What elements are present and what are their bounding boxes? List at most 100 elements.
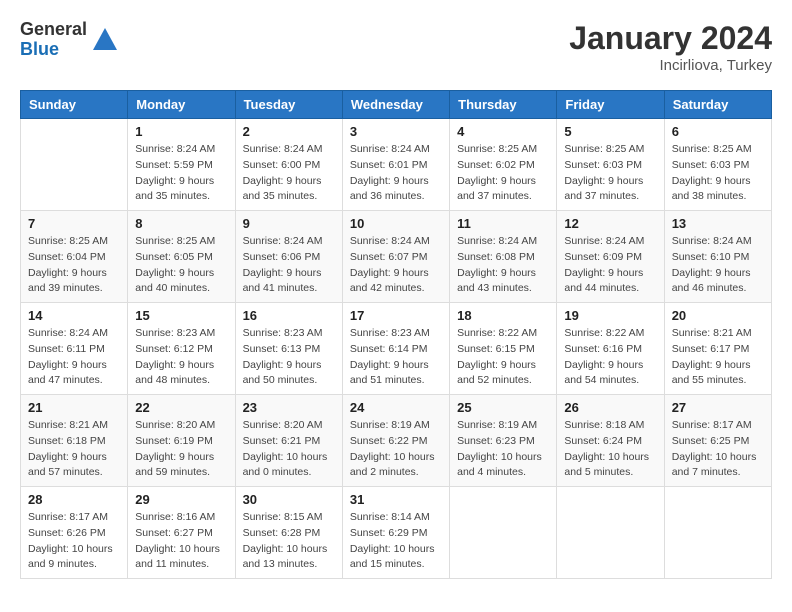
month-year-title: January 2024 (569, 20, 772, 57)
day-detail: Sunrise: 8:25 AMSunset: 6:05 PMDaylight:… (135, 234, 227, 297)
calendar-cell (450, 487, 557, 579)
day-detail: Sunrise: 8:25 AMSunset: 6:02 PMDaylight:… (457, 142, 549, 205)
day-detail: Sunrise: 8:19 AMSunset: 6:23 PMDaylight:… (457, 418, 549, 481)
calendar-cell (557, 487, 664, 579)
day-detail: Sunrise: 8:18 AMSunset: 6:24 PMDaylight:… (564, 418, 656, 481)
day-number: 20 (672, 308, 764, 323)
day-number: 5 (564, 124, 656, 139)
calendar-cell: 8 Sunrise: 8:25 AMSunset: 6:05 PMDaylight… (128, 211, 235, 303)
day-number: 27 (672, 400, 764, 415)
calendar-cell: 10 Sunrise: 8:24 AMSunset: 6:07 PMDayligh… (342, 211, 449, 303)
day-detail: Sunrise: 8:24 AMSunset: 6:09 PMDaylight:… (564, 234, 656, 297)
calendar-cell: 18Sunrise: 8:22 AMSunset: 6:15 PMDayligh… (450, 303, 557, 395)
day-number: 25 (457, 400, 549, 415)
weekday-header-monday: Monday (128, 91, 235, 119)
calendar-cell: 14 Sunrise: 8:24 AMSunset: 6:11 PMDayligh… (21, 303, 128, 395)
calendar-cell: 15 Sunrise: 8:23 AMSunset: 6:12 PMDayligh… (128, 303, 235, 395)
weekday-header-saturday: Saturday (664, 91, 771, 119)
day-detail: Sunrise: 8:23 AMSunset: 6:14 PMDaylight:… (350, 326, 442, 389)
day-detail: Sunrise: 8:24 AMSunset: 6:01 PMDaylight:… (350, 142, 442, 205)
day-detail: Sunrise: 8:17 AMSunset: 6:26 PMDaylight:… (28, 510, 120, 573)
weekday-header-thursday: Thursday (450, 91, 557, 119)
day-detail: Sunrise: 8:24 AMSunset: 6:10 PMDaylight:… (672, 234, 764, 297)
day-number: 15 (135, 308, 227, 323)
calendar-cell: 2 Sunrise: 8:24 AMSunset: 6:00 PMDaylight… (235, 119, 342, 211)
day-detail: Sunrise: 8:23 AMSunset: 6:12 PMDaylight:… (135, 326, 227, 389)
day-detail: Sunrise: 8:25 AMSunset: 6:04 PMDaylight:… (28, 234, 120, 297)
day-detail: Sunrise: 8:24 AMSunset: 5:59 PMDaylight:… (135, 142, 227, 205)
day-detail: Sunrise: 8:24 AMSunset: 6:08 PMDaylight:… (457, 234, 549, 297)
logo-blue-text: Blue (20, 40, 87, 60)
day-number: 4 (457, 124, 549, 139)
day-number: 18 (457, 308, 549, 323)
day-detail: Sunrise: 8:24 AMSunset: 6:06 PMDaylight:… (243, 234, 335, 297)
weekday-header-friday: Friday (557, 91, 664, 119)
day-number: 30 (243, 492, 335, 507)
day-detail: Sunrise: 8:19 AMSunset: 6:22 PMDaylight:… (350, 418, 442, 481)
day-detail: Sunrise: 8:20 AMSunset: 6:19 PMDaylight:… (135, 418, 227, 481)
calendar-cell: 5 Sunrise: 8:25 AMSunset: 6:03 PMDaylight… (557, 119, 664, 211)
day-number: 2 (243, 124, 335, 139)
weekday-header-wednesday: Wednesday (342, 91, 449, 119)
calendar-cell: 12 Sunrise: 8:24 AMSunset: 6:09 PMDayligh… (557, 211, 664, 303)
calendar-cell: 13Sunrise: 8:24 AMSunset: 6:10 PMDayligh… (664, 211, 771, 303)
calendar-week-row: 1 Sunrise: 8:24 AMSunset: 5:59 PMDaylight… (21, 119, 772, 211)
day-number: 24 (350, 400, 442, 415)
day-number: 11 (457, 216, 549, 231)
day-detail: Sunrise: 8:24 AMSunset: 6:00 PMDaylight:… (243, 142, 335, 205)
day-number: 10 (350, 216, 442, 231)
day-detail: Sunrise: 8:21 AMSunset: 6:18 PMDaylight:… (28, 418, 120, 481)
day-detail: Sunrise: 8:17 AMSunset: 6:25 PMDaylight:… (672, 418, 764, 481)
calendar-cell: 21Sunrise: 8:21 AMSunset: 6:18 PMDayligh… (21, 395, 128, 487)
day-detail: Sunrise: 8:22 AMSunset: 6:16 PMDaylight:… (564, 326, 656, 389)
calendar-cell: 24 Sunrise: 8:19 AMSunset: 6:22 PMDayligh… (342, 395, 449, 487)
weekday-header-sunday: Sunday (21, 91, 128, 119)
calendar-cell: 23 Sunrise: 8:20 AMSunset: 6:21 PMDayligh… (235, 395, 342, 487)
day-number: 3 (350, 124, 442, 139)
location-subtitle: Incirliova, Turkey (569, 57, 772, 74)
day-detail: Sunrise: 8:25 AMSunset: 6:03 PMDaylight:… (564, 142, 656, 205)
day-number: 31 (350, 492, 442, 507)
day-number: 9 (243, 216, 335, 231)
day-detail: Sunrise: 8:24 AMSunset: 6:11 PMDaylight:… (28, 326, 120, 389)
day-detail: Sunrise: 8:15 AMSunset: 6:28 PMDaylight:… (243, 510, 335, 573)
calendar-week-row: 21Sunrise: 8:21 AMSunset: 6:18 PMDayligh… (21, 395, 772, 487)
day-number: 14 (28, 308, 120, 323)
day-detail: Sunrise: 8:23 AMSunset: 6:13 PMDaylight:… (243, 326, 335, 389)
day-number: 22 (135, 400, 227, 415)
title-block: January 2024 Incirliova, Turkey (569, 20, 772, 74)
day-detail: Sunrise: 8:24 AMSunset: 6:07 PMDaylight:… (350, 234, 442, 297)
day-number: 1 (135, 124, 227, 139)
day-number: 23 (243, 400, 335, 415)
calendar-cell (664, 487, 771, 579)
day-detail: Sunrise: 8:16 AMSunset: 6:27 PMDaylight:… (135, 510, 227, 573)
day-number: 29 (135, 492, 227, 507)
day-number: 8 (135, 216, 227, 231)
calendar-cell: 3 Sunrise: 8:24 AMSunset: 6:01 PMDaylight… (342, 119, 449, 211)
logo-general-text: General (20, 20, 87, 40)
calendar-cell: 31Sunrise: 8:14 AMSunset: 6:29 PMDayligh… (342, 487, 449, 579)
calendar-week-row: 28Sunrise: 8:17 AMSunset: 6:26 PMDayligh… (21, 487, 772, 579)
day-detail: Sunrise: 8:21 AMSunset: 6:17 PMDaylight:… (672, 326, 764, 389)
calendar-cell: 28Sunrise: 8:17 AMSunset: 6:26 PMDayligh… (21, 487, 128, 579)
day-number: 26 (564, 400, 656, 415)
calendar-week-row: 7Sunrise: 8:25 AMSunset: 6:04 PMDaylight… (21, 211, 772, 303)
calendar-cell: 16Sunrise: 8:23 AMSunset: 6:13 PMDayligh… (235, 303, 342, 395)
calendar-cell: 17 Sunrise: 8:23 AMSunset: 6:14 PMDayligh… (342, 303, 449, 395)
day-detail: Sunrise: 8:20 AMSunset: 6:21 PMDaylight:… (243, 418, 335, 481)
calendar-cell: 25 Sunrise: 8:19 AMSunset: 6:23 PMDayligh… (450, 395, 557, 487)
day-number: 6 (672, 124, 764, 139)
calendar-cell: 1 Sunrise: 8:24 AMSunset: 5:59 PMDaylight… (128, 119, 235, 211)
calendar-cell: 4 Sunrise: 8:25 AMSunset: 6:02 PMDaylight… (450, 119, 557, 211)
calendar-cell: 22 Sunrise: 8:20 AMSunset: 6:19 PMDayligh… (128, 395, 235, 487)
calendar-cell (21, 119, 128, 211)
calendar-cell: 30 Sunrise: 8:15 AMSunset: 6:28 PMDayligh… (235, 487, 342, 579)
calendar-table: SundayMondayTuesdayWednesdayThursdayFrid… (20, 90, 772, 579)
day-number: 12 (564, 216, 656, 231)
logo-icon (91, 26, 119, 54)
page-header: General Blue January 2024 Incirliova, Tu… (20, 20, 772, 74)
calendar-cell: 19Sunrise: 8:22 AMSunset: 6:16 PMDayligh… (557, 303, 664, 395)
calendar-week-row: 14 Sunrise: 8:24 AMSunset: 6:11 PMDayligh… (21, 303, 772, 395)
day-number: 17 (350, 308, 442, 323)
weekday-header-tuesday: Tuesday (235, 91, 342, 119)
